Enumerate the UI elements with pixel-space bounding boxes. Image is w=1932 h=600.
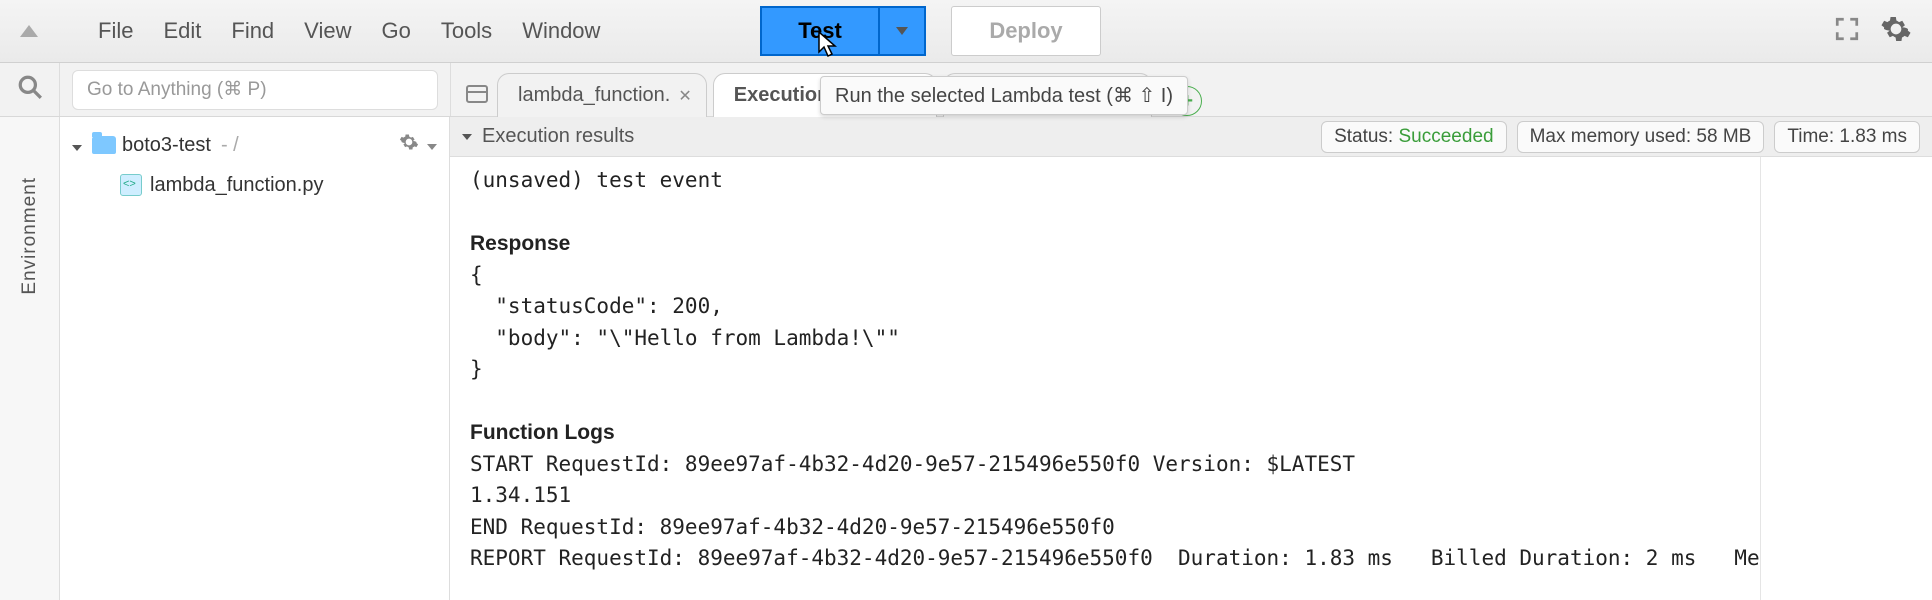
tree-file-row[interactable]: lambda_function.py: [60, 165, 449, 205]
menu-find[interactable]: Find: [231, 18, 274, 44]
editor-pane: Execution results Status: Succeeded Max …: [450, 117, 1932, 600]
environment-rail-label: Environment: [19, 177, 41, 295]
tree-folder-row[interactable]: boto3-test - /: [60, 125, 449, 165]
menubar: File Edit Find View Go Tools Window Test…: [0, 0, 1932, 63]
folder-icon: [92, 136, 116, 154]
folder-suffix: - /: [221, 134, 239, 157]
fullscreen-icon[interactable]: [1834, 16, 1860, 47]
menu-file[interactable]: File: [98, 18, 133, 44]
menu-window[interactable]: Window: [522, 18, 600, 44]
environment-rail[interactable]: Environment: [0, 117, 60, 600]
search-icon[interactable]: [17, 74, 43, 105]
menu-edit[interactable]: Edit: [163, 18, 201, 44]
main-row: Environment boto3-test - / lambda_functi…: [0, 117, 1932, 600]
menu-go[interactable]: Go: [381, 18, 410, 44]
chevron-down-icon: [72, 134, 86, 157]
file-name: lambda_function.py: [150, 174, 323, 197]
deploy-button[interactable]: Deploy: [951, 6, 1101, 56]
gear-icon[interactable]: [399, 132, 437, 158]
chevron-down-icon[interactable]: [462, 134, 472, 140]
file-tree: boto3-test - / lambda_function.py: [60, 117, 450, 600]
python-file-icon: [120, 174, 142, 196]
execution-gutter: [1760, 157, 1932, 600]
search-input[interactable]: [72, 70, 438, 110]
search-rail-icon-wrap: [0, 63, 60, 116]
test-button[interactable]: Test: [760, 6, 880, 56]
menu-tools[interactable]: Tools: [441, 18, 492, 44]
gear-icon[interactable]: [1880, 13, 1912, 50]
close-icon[interactable]: ✕: [678, 86, 691, 106]
execution-results-header: Execution results Status: Succeeded Max …: [450, 117, 1932, 157]
status-pill: Status: Succeeded: [1321, 121, 1507, 153]
outline-icon[interactable]: [457, 72, 497, 116]
execution-results-title: Execution results: [482, 125, 634, 148]
tab-lambda-function[interactable]: lambda_function. ✕: [497, 73, 707, 117]
folder-name: boto3-test: [122, 134, 211, 157]
test-button-group: Test: [760, 6, 926, 56]
test-dropdown-button[interactable]: [880, 6, 926, 56]
execution-results-body[interactable]: (unsaved) test event Response { "statusC…: [450, 157, 1932, 600]
chevron-down-icon: [896, 27, 908, 35]
tabs: lambda_function. ✕ Execution results ✕ E…: [450, 63, 1932, 116]
memory-pill: Max memory used: 58 MB: [1517, 121, 1765, 153]
menu-view[interactable]: View: [304, 18, 351, 44]
test-button-tooltip: Run the selected Lambda test (⌘ ⇧ I): [820, 76, 1188, 115]
tab-label: lambda_function.: [518, 84, 670, 107]
time-pill: Time: 1.83 ms: [1774, 121, 1920, 153]
menubar-collapse-icon[interactable]: [20, 21, 38, 42]
